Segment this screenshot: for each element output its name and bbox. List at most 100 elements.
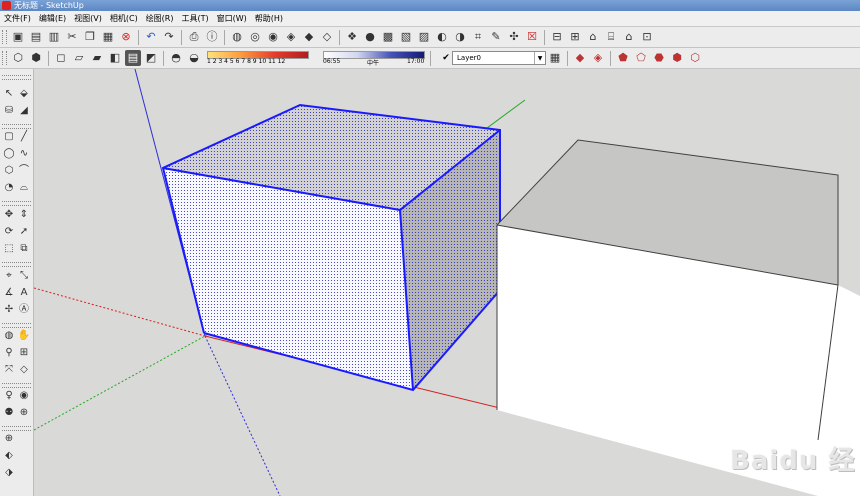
3d-text-icon[interactable]: Ⓐ	[17, 303, 31, 317]
texture-icon[interactable]: ▧	[398, 29, 414, 45]
dimension-tool-icon[interactable]: ⤡	[17, 269, 31, 283]
back-view-icon[interactable]: ⬣	[651, 50, 667, 66]
menu-file[interactable]: 文件(F)	[0, 11, 35, 26]
pan-tool-icon[interactable]: ✋	[17, 329, 31, 343]
section-plane-icon[interactable]: ⊕	[17, 406, 31, 420]
house-icon[interactable]: ⌂	[621, 29, 637, 45]
layer-dropdown[interactable]: Layer0 ▼	[452, 51, 546, 65]
component-icon[interactable]: ❖	[344, 29, 360, 45]
shadow-settings-icon[interactable]: ◒	[186, 50, 202, 66]
menu-draw[interactable]: 绘图(R)	[142, 11, 178, 26]
menu-edit[interactable]: 编辑(E)	[35, 11, 70, 26]
previous-tool-icon[interactable]: ◇	[17, 363, 31, 377]
toolbar-grip[interactable]	[2, 426, 31, 431]
sphere-icon[interactable]: ●	[362, 29, 378, 45]
crosshair-icon[interactable]: ⊕	[2, 432, 16, 446]
toolbar-grip[interactable]	[2, 30, 7, 44]
two-point-arc-icon[interactable]: ⌓	[17, 181, 31, 195]
camera-pan-icon[interactable]: ◎	[247, 29, 263, 45]
arc-tool-icon[interactable]: ⌒	[17, 164, 31, 178]
position-camera-icon[interactable]: ♀	[2, 389, 16, 403]
menu-help[interactable]: 帮助(H)	[251, 11, 287, 26]
rectangle-tool-icon[interactable]: ▢	[2, 130, 16, 144]
orbit-tool-icon[interactable]: ◍	[2, 329, 16, 343]
warehouse-icon[interactable]: ⊟	[549, 29, 565, 45]
erase-icon[interactable]: ⊗	[118, 29, 134, 45]
push-pull-icon[interactable]: ⇕	[17, 208, 31, 222]
model-info-icon[interactable]: ⓘ	[204, 29, 220, 45]
building-icon[interactable]: ⌸	[603, 29, 619, 45]
delete-icon[interactable]: ☒	[524, 29, 540, 45]
3d-viewport[interactable]	[34, 69, 860, 496]
xray-icon[interactable]: ⬡	[10, 50, 26, 66]
save-icon[interactable]: ▥	[46, 29, 62, 45]
zoom-extents-icon[interactable]: ◆	[301, 29, 317, 45]
walk-tool-icon[interactable]: ⚉	[2, 406, 16, 420]
freehand-tool-icon[interactable]: ∿	[17, 147, 31, 161]
zoom-window-icon[interactable]: ◈	[283, 29, 299, 45]
paste-icon[interactable]: ▦	[100, 29, 116, 45]
toolbar-grip[interactable]	[2, 383, 31, 388]
scale-tool-icon[interactable]: ⬚	[2, 242, 16, 256]
print-icon[interactable]: ⎙	[186, 29, 202, 45]
text-label-icon[interactable]: A	[17, 286, 31, 300]
camera-orbit-icon[interactable]: ◍	[229, 29, 245, 45]
layers-icon[interactable]: ⊞	[567, 29, 583, 45]
zoom-window-tool-icon[interactable]: ⊞	[17, 346, 31, 360]
shadow-date-slider[interactable]: 1 2 3 4 5 6 7 8 9 10 11 12	[207, 50, 315, 66]
camera-zoom-icon[interactable]: ◉	[265, 29, 281, 45]
menu-tools[interactable]: 工具(T)	[178, 11, 213, 26]
move-tool-icon[interactable]: ✥	[2, 208, 16, 222]
polygon-tool-icon[interactable]: ⬡	[2, 164, 16, 178]
toolbar-grip[interactable]	[2, 262, 31, 267]
front-view-icon[interactable]: ⬟	[615, 50, 631, 66]
monochrome-icon[interactable]: ▤	[125, 50, 141, 66]
paint-icon[interactable]: ▨	[416, 29, 432, 45]
render-icon[interactable]: ◩	[143, 50, 159, 66]
pie-tool-icon[interactable]: ◔	[2, 181, 16, 195]
line-tool-icon[interactable]: ╱	[17, 130, 31, 144]
new-file-icon[interactable]: ▣	[10, 29, 26, 45]
toolbar-grip[interactable]	[2, 75, 31, 80]
shaded-texture-icon[interactable]: ◧	[107, 50, 123, 66]
tape-measure-icon[interactable]: ⌖	[2, 269, 16, 283]
home-view-icon[interactable]: ⌂	[585, 29, 601, 45]
text-tool-icon[interactable]: ✎	[488, 29, 504, 45]
menu-window[interactable]: 窗口(W)	[213, 11, 251, 26]
toolbar-grip[interactable]	[2, 201, 31, 206]
chevron-down-icon[interactable]: ▼	[534, 52, 545, 64]
layer-manager-icon[interactable]: ▦	[547, 50, 563, 66]
protractor-icon[interactable]: ◑	[452, 29, 468, 45]
undo-icon[interactable]: ↶	[143, 29, 159, 45]
toolbar-grip[interactable]	[2, 124, 31, 129]
previous-view-icon[interactable]: ◇	[319, 29, 335, 45]
offset-tool-icon[interactable]: ⧉	[17, 242, 31, 256]
look-around-icon[interactable]: ◉	[17, 389, 31, 403]
rotate-tool-icon[interactable]: ⟳	[2, 225, 16, 239]
paint-bucket-icon[interactable]: ⛁	[2, 104, 16, 118]
shadow-time-slider[interactable]: 06:55 中午 17:00	[323, 50, 427, 67]
measure-icon[interactable]: ◐	[434, 29, 450, 45]
make-component-icon[interactable]: ⬙	[17, 87, 31, 101]
eraser-icon[interactable]: ◢	[17, 104, 31, 118]
menu-view[interactable]: 视图(V)	[70, 11, 106, 26]
back-edges-icon[interactable]: ⬢	[28, 50, 44, 66]
protractor-tool-icon[interactable]: ∡	[2, 286, 16, 300]
zoom-tool-icon[interactable]: ⚲	[2, 346, 16, 360]
gallery-icon[interactable]: ⊡	[639, 29, 655, 45]
redo-icon[interactable]: ↷	[161, 29, 177, 45]
left-view-icon[interactable]: ⬢	[669, 50, 685, 66]
open-file-icon[interactable]: ▤	[28, 29, 44, 45]
wireframe-icon[interactable]: ◻	[53, 50, 69, 66]
iso-view-icon[interactable]: ◆	[572, 50, 588, 66]
bottom-view-icon[interactable]: ⬡	[687, 50, 703, 66]
shadows-toggle-icon[interactable]: ◓	[168, 50, 184, 66]
top-view-icon[interactable]: ◈	[590, 50, 606, 66]
right-view-icon[interactable]: ⬠	[633, 50, 649, 66]
follow-me-icon[interactable]: ➚	[17, 225, 31, 239]
axes-tool-icon[interactable]: ✣	[506, 29, 522, 45]
toolbar-grip[interactable]	[2, 323, 31, 328]
circle-tool-icon[interactable]: ◯	[2, 147, 16, 161]
hidden-line-icon[interactable]: ▱	[71, 50, 87, 66]
section-icon[interactable]: ▩	[380, 29, 396, 45]
